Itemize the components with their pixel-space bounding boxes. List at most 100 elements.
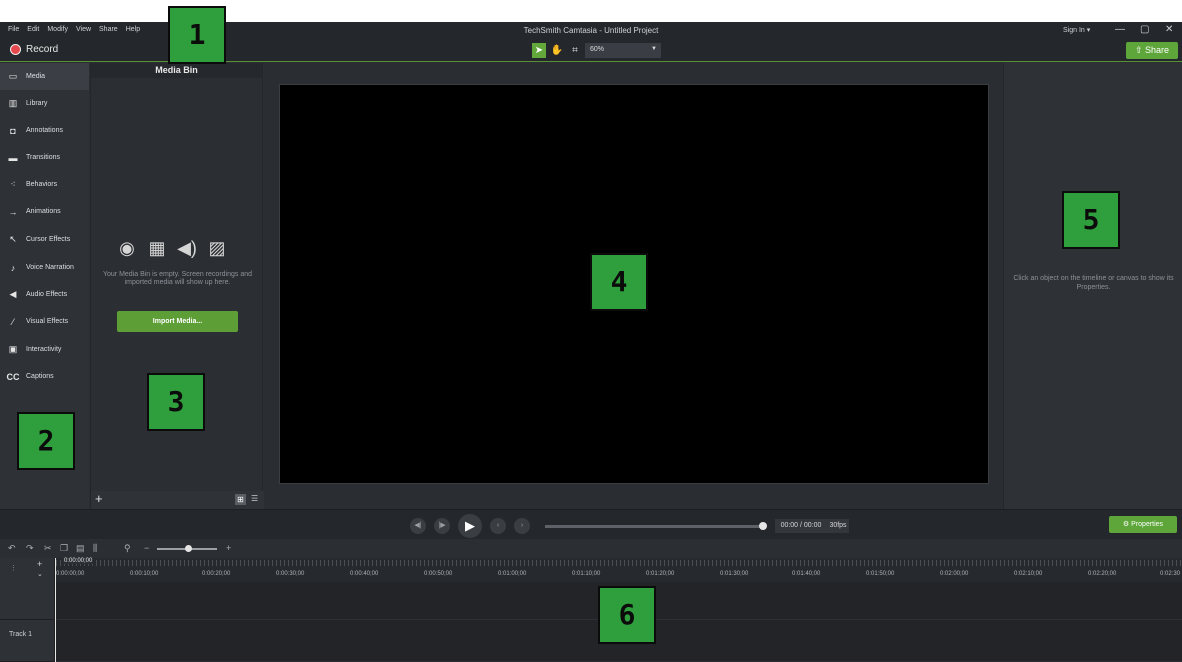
timeline-zoom-handle[interactable] [185,545,192,552]
step-forward-icon[interactable]: |▶ [434,518,450,534]
gear-icon: ⚙ [1122,521,1132,528]
zoom-icon[interactable]: ⚲ [124,543,131,554]
redo-icon[interactable]: ↷ [26,543,34,554]
previous-icon[interactable]: ‹ [490,518,506,534]
media-bin-empty-text: Your Media Bin is empty. Screen recordin… [102,271,253,286]
undo-icon[interactable]: ↶ [8,543,16,554]
restore-icon[interactable]: ▢ [1140,24,1149,35]
properties-hint: Click an object on the timeline or canva… [1013,275,1174,291]
drag-handle-icon[interactable]: ⋮ [10,564,17,572]
record-icon: ◉ [119,238,135,258]
sidebar-item-transitions[interactable]: ▬ Transitions [0,144,89,171]
step-back-icon[interactable]: ◀| [410,518,426,534]
track-label: Track 1 [9,631,33,638]
playhead-time[interactable]: 0:00:00;00 [63,558,94,564]
canvas-zoom-select[interactable]: 60% ▼ [585,43,661,58]
ruler-label: 0:02:00;00 [940,571,969,577]
sidebar-item-library[interactable]: ▥ Library [0,90,89,117]
add-track-icon[interactable]: + [37,559,42,569]
list-view-icon[interactable]: ☰ [251,494,258,503]
scrubber-handle[interactable] [759,522,767,530]
sidebar-item-interactivity[interactable]: ▣ Interactivity [0,336,89,363]
sidebar-item-label: Annotations [26,127,63,134]
zoom-in-icon[interactable]: + [226,543,231,553]
track-header-empty [0,582,55,620]
sidebar-item-label: Audio Effects [26,291,68,298]
next-icon[interactable]: › [514,518,530,534]
sidebar-item-label: Cursor Effects [26,236,71,243]
cut-icon[interactable]: ✂ [44,543,52,554]
sidebar-item-label: Captions [26,373,54,380]
crop-icon[interactable]: ⌗ [568,43,582,58]
timecode-display: 00:00 / 00:00 [775,519,827,533]
track-header[interactable]: Track 1 [0,620,55,662]
sidebar-item-label: Interactivity [26,346,62,353]
sidebar-item-cursor-effects[interactable]: ↖ Cursor Effects [0,226,89,253]
speaker-icon: ◀ [9,289,17,299]
sidebar-item-voice-narration[interactable]: ♪ Voice Narration [0,254,89,281]
ruler-ticks [56,560,1182,566]
film-icon: ▦ [148,238,166,258]
media-bin-title: Media Bin [91,63,262,78]
sidebar-item-annotations[interactable]: ◘ Annotations [0,117,89,144]
callout-5: 5 [1062,191,1120,249]
sidebar-item-behaviors[interactable]: ⁖ Behaviors [0,171,89,198]
sidebar-item-animations[interactable]: → Animations [0,198,89,225]
timeline-ruler[interactable]: + ⌄ ⋮ 0:00:00;00 0:00:00;00 0:00:10;00 0… [0,558,1182,582]
chevron-down-icon[interactable]: ⌄ [37,570,43,578]
film-strip-icon: ▭ [8,71,18,81]
sidebar-item-visual-effects[interactable]: ⁄ Visual Effects [0,308,89,335]
ruler-label: 0:00:30;00 [276,571,305,577]
sidebar-item-label: Animations [26,208,61,215]
ruler-label: 0:00:00;00 [56,571,85,577]
callout-6: 6 [598,586,656,644]
pan-hand-icon[interactable]: ✋ [550,43,564,58]
sidebar-item-captions[interactable]: CC Captions [0,363,89,390]
ruler-track-controls: + ⌄ ⋮ [0,558,55,582]
add-media-icon[interactable]: + [95,491,103,506]
share-icon: ⇧ [1134,45,1145,55]
split-icon[interactable]: ⫼ [93,543,97,554]
sidebar-item-label: Transitions [26,154,60,161]
play-icon[interactable]: ▶ [458,514,482,538]
record-icon [10,44,21,55]
media-type-icons: ◉ ▦ ◀) ▨ [117,238,227,259]
ruler-label: 0:00:10;00 [130,571,159,577]
paste-icon[interactable]: ▤ [76,543,85,554]
interactivity-icon: ▣ [8,344,18,354]
chevron-down-icon: ▼ [651,46,657,52]
cc-icon: CC [6,371,20,382]
close-icon[interactable]: ✕ [1165,24,1173,35]
transition-icon: ▬ [8,152,18,163]
ruler-label: 0:02:20;00 [1088,571,1117,577]
arrow-icon: → [8,206,18,217]
ruler-label: 0:00:20;00 [202,571,231,577]
callout-4: 4 [590,253,648,311]
playhead-line[interactable] [55,558,56,662]
sidebar-item-audio-effects[interactable]: ◀ Audio Effects [0,281,89,308]
sidebar-item-media[interactable]: ▭ Media [0,63,89,90]
zoom-value: 60% [590,46,605,53]
minimize-icon[interactable]: — [1115,24,1125,35]
record-button[interactable]: Record [10,44,58,55]
share-button[interactable]: ⇧ Share [1126,42,1178,59]
timeline-toolbar: ↶ ↷ ✂ ❐ ▤ ⫼ ⚲ − + [0,539,1182,558]
zoom-out-icon[interactable]: − [144,543,149,553]
select-arrow-icon[interactable]: ➤ [532,43,546,58]
copy-icon[interactable]: ❐ [60,543,68,554]
ruler-label: 0:02:30 [1160,571,1181,577]
import-media-button[interactable]: Import Media... [117,311,238,332]
properties-panel: Click an object on the timeline or canva… [1003,63,1182,509]
sign-in-button[interactable]: Sign In ▾ [1063,26,1090,34]
magic-wand-icon: ⁄ [12,316,14,327]
camtasia-window: File Edit Modify View Share Help TechSmi… [0,22,1182,662]
callout-2: 2 [17,412,75,470]
ruler-label: 0:01:50;00 [866,571,895,577]
properties-button[interactable]: ⚙ Properties [1109,516,1177,533]
books-icon: ▥ [8,98,18,108]
playback-scrubber[interactable] [545,525,763,528]
grid-view-icon[interactable]: ⊞ [235,494,246,505]
share-label: Share [1145,45,1170,55]
fps-display: 30fps [827,519,849,533]
timeline-tracks: Track 1 [0,582,1182,662]
